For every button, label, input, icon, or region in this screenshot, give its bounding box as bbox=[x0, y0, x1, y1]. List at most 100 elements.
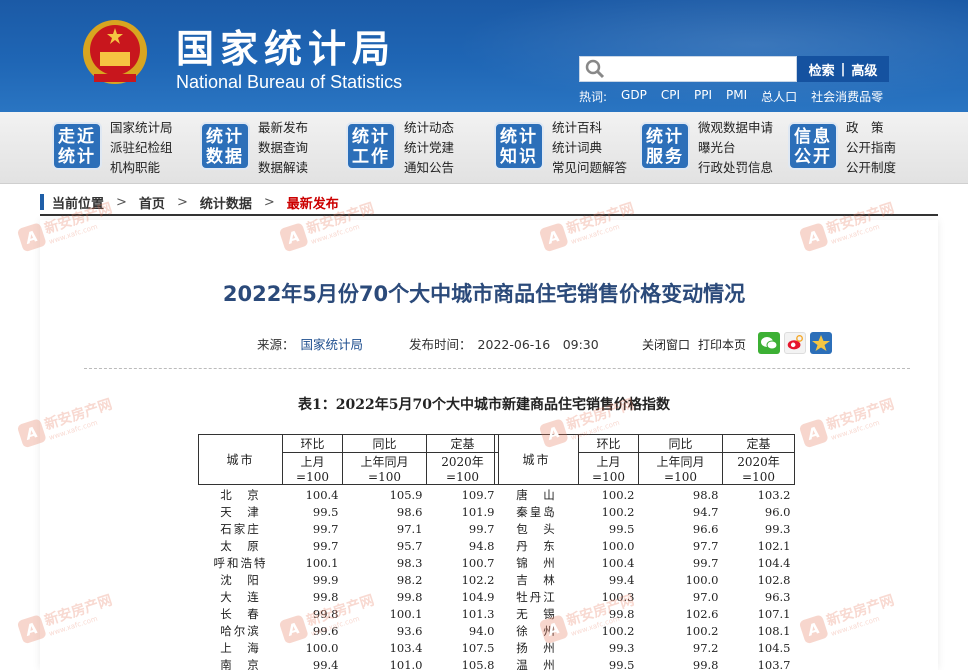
nav-badge-about[interactable]: 走近 统计 bbox=[52, 122, 102, 170]
table-row: 唐 山 100.2 98.8 103.2 bbox=[495, 485, 795, 504]
table-row: 天 津 99.5 98.6 101.9 bbox=[199, 503, 499, 520]
header-city: 城市 bbox=[198, 434, 283, 485]
share-buttons bbox=[758, 332, 832, 354]
mom-cell: 99.7 bbox=[312, 538, 339, 553]
breadcrumb-current[interactable]: 最新发布 bbox=[287, 193, 339, 212]
header-yoy: 同比 bbox=[638, 434, 723, 453]
mom-cell: 99.4 bbox=[608, 572, 635, 587]
base-cell: 104.5 bbox=[757, 640, 791, 655]
nav-link[interactable]: 常见问题解答 bbox=[552, 158, 627, 177]
table-row: 南 京 99.4 101.0 105.8 bbox=[199, 656, 499, 670]
nav-link[interactable]: 公开指南 bbox=[846, 138, 896, 157]
hot-word-cpi[interactable]: CPI bbox=[661, 88, 680, 105]
nav-badge-work[interactable]: 统计 工作 bbox=[346, 122, 396, 170]
nav-link[interactable]: 派驻纪检组 bbox=[110, 138, 173, 157]
mom-cell: 99.5 bbox=[312, 504, 339, 519]
nav-link[interactable]: 国家统计局 bbox=[110, 118, 173, 137]
search-input[interactable] bbox=[579, 56, 797, 82]
search-button[interactable]: 检索 bbox=[809, 60, 835, 79]
hot-word-gdp[interactable]: GDP bbox=[621, 88, 647, 105]
search-separator: | bbox=[840, 61, 846, 77]
base-cell: 108.1 bbox=[757, 623, 791, 638]
advanced-search-button[interactable]: 高级 bbox=[851, 60, 877, 79]
main-nav: 走近 统计 国家统计局 派驻纪检组 机构职能 统计 数据 最新发布 数据查询 数据解… bbox=[0, 112, 968, 184]
breadcrumb-marker bbox=[40, 194, 44, 210]
base-cell: 94.8 bbox=[468, 538, 495, 553]
wechat-share-icon[interactable] bbox=[758, 332, 780, 354]
nav-link[interactable]: 统计动态 bbox=[404, 118, 454, 137]
table-row: 吉 林 99.4 100.0 102.8 bbox=[495, 571, 795, 588]
hot-word-pmi[interactable]: PMI bbox=[726, 88, 747, 105]
base-cell: 105.8 bbox=[461, 657, 495, 670]
mom-cell: 100.4 bbox=[601, 555, 635, 570]
yoy-cell: 98.3 bbox=[396, 555, 423, 570]
base-cell: 109.7 bbox=[461, 488, 495, 502]
nav-badge-service[interactable]: 统计 服务 bbox=[640, 122, 690, 170]
nav-link[interactable]: 公开制度 bbox=[846, 158, 896, 177]
base-cell: 103.2 bbox=[757, 488, 791, 502]
breadcrumb-data[interactable]: 统计数据 bbox=[200, 193, 252, 212]
table-row: 丹 东 100.0 97.7 102.1 bbox=[495, 537, 795, 554]
nav-link[interactable]: 通知公告 bbox=[404, 158, 454, 177]
nav-badge-knowledge[interactable]: 统计 知识 bbox=[494, 122, 544, 170]
national-emblem-icon bbox=[83, 20, 147, 84]
site-title-en[interactable]: National Bureau of Statistics bbox=[176, 72, 402, 93]
yoy-cell: 98.6 bbox=[396, 504, 423, 519]
close-window-link[interactable]: 关闭窗口 bbox=[642, 336, 690, 353]
base-cell: 100.7 bbox=[461, 555, 495, 570]
table-row: 太 原 99.7 95.7 94.8 bbox=[199, 537, 499, 554]
nav-link[interactable]: 政 策 bbox=[846, 118, 896, 137]
nav-badge-data[interactable]: 统计 数据 bbox=[200, 122, 250, 170]
nav-link[interactable]: 数据解读 bbox=[258, 158, 308, 177]
price-index-table-right: 城市 环比 同比 定基 上月=100 上年同月=100 2020年=100 唐 … bbox=[494, 434, 795, 670]
mom-cell: 100.1 bbox=[305, 555, 339, 570]
print-link[interactable]: 打印本页 bbox=[698, 336, 746, 353]
city-cell: 北 京 bbox=[220, 488, 261, 502]
nav-link[interactable]: 统计党建 bbox=[404, 138, 454, 157]
city-cell: 南 京 bbox=[220, 657, 261, 670]
header-yoy-sub: 上年同月=100 bbox=[638, 452, 723, 485]
table-row: 石家庄 99.7 97.1 99.7 bbox=[199, 520, 499, 537]
weibo-share-icon[interactable] bbox=[784, 332, 806, 354]
yoy-cell: 99.8 bbox=[692, 657, 719, 670]
base-cell: 103.7 bbox=[757, 657, 791, 670]
city-cell: 丹 东 bbox=[516, 538, 557, 553]
time-label: 发布时间： bbox=[409, 337, 472, 352]
mom-cell: 99.5 bbox=[608, 657, 635, 670]
table-row: 温 州 99.5 99.8 103.7 bbox=[495, 656, 795, 670]
nav-link[interactable]: 曝光台 bbox=[698, 138, 773, 157]
header-yoy: 同比 bbox=[342, 434, 427, 453]
yoy-cell: 105.9 bbox=[389, 488, 423, 502]
nav-link[interactable]: 行政处罚信息 bbox=[698, 158, 773, 177]
city-cell: 大 连 bbox=[220, 589, 261, 604]
price-index-table-left: 城市 环比 同比 定基 上月=100 上年同月=100 2020年=100 北 … bbox=[198, 434, 499, 670]
hot-word-retail[interactable]: 社会消费品零 bbox=[811, 88, 883, 105]
yoy-cell: 98.8 bbox=[692, 488, 719, 502]
qzone-share-icon[interactable] bbox=[810, 332, 832, 354]
time-value: 2022-06-16 09:30 bbox=[477, 337, 599, 352]
nav-link[interactable]: 统计百科 bbox=[552, 118, 627, 137]
nav-link[interactable]: 最新发布 bbox=[258, 118, 308, 137]
hot-word-ppi[interactable]: PPI bbox=[694, 88, 712, 105]
yoy-cell: 97.1 bbox=[396, 521, 423, 536]
article-title: 2022年5月份70个大中城市商品住宅销售价格变动情况 bbox=[222, 282, 746, 306]
base-cell: 96.0 bbox=[764, 504, 791, 519]
base-cell: 107.5 bbox=[461, 640, 495, 655]
hot-word-population[interactable]: 总人口 bbox=[761, 88, 797, 105]
search-icon bbox=[585, 59, 605, 79]
nav-link[interactable]: 统计词典 bbox=[552, 138, 627, 157]
nav-badge-disclosure[interactable]: 信息 公开 bbox=[788, 122, 838, 170]
table-caption: 表1：2022年5月70个大中城市新建商品住宅销售价格指数 bbox=[298, 397, 670, 413]
mom-cell: 100.2 bbox=[601, 488, 635, 502]
breadcrumb-home[interactable]: 首页 bbox=[139, 193, 165, 212]
yoy-cell: 95.7 bbox=[396, 538, 423, 553]
mom-cell: 99.3 bbox=[608, 640, 635, 655]
nav-link[interactable]: 机构职能 bbox=[110, 158, 173, 177]
base-cell: 94.0 bbox=[468, 623, 495, 638]
city-cell: 温 州 bbox=[516, 657, 557, 670]
nav-link[interactable]: 微观数据申请 bbox=[698, 118, 773, 137]
base-cell: 107.1 bbox=[757, 606, 791, 621]
nav-link[interactable]: 数据查询 bbox=[258, 138, 308, 157]
yoy-cell: 97.2 bbox=[692, 640, 719, 655]
site-title-cn[interactable]: 国家统计局 bbox=[176, 18, 396, 73]
